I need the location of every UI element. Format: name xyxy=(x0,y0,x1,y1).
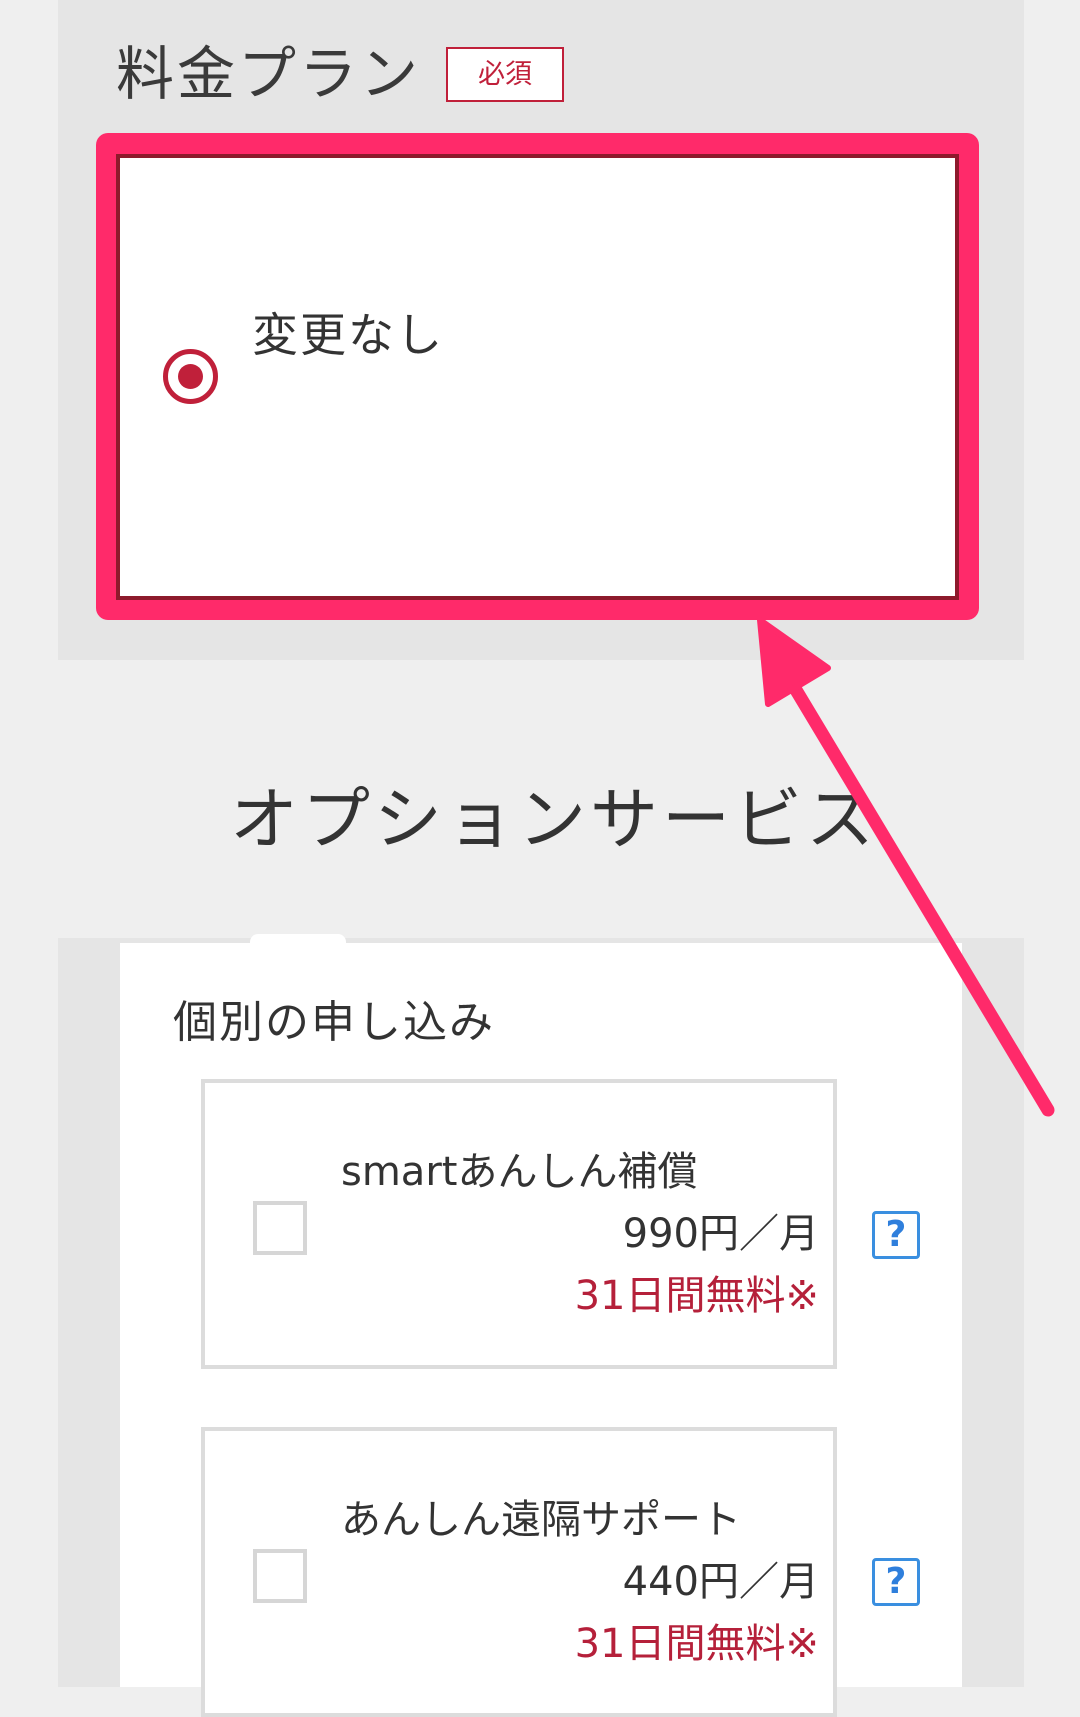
annotation-arrow-icon xyxy=(757,617,1055,1117)
